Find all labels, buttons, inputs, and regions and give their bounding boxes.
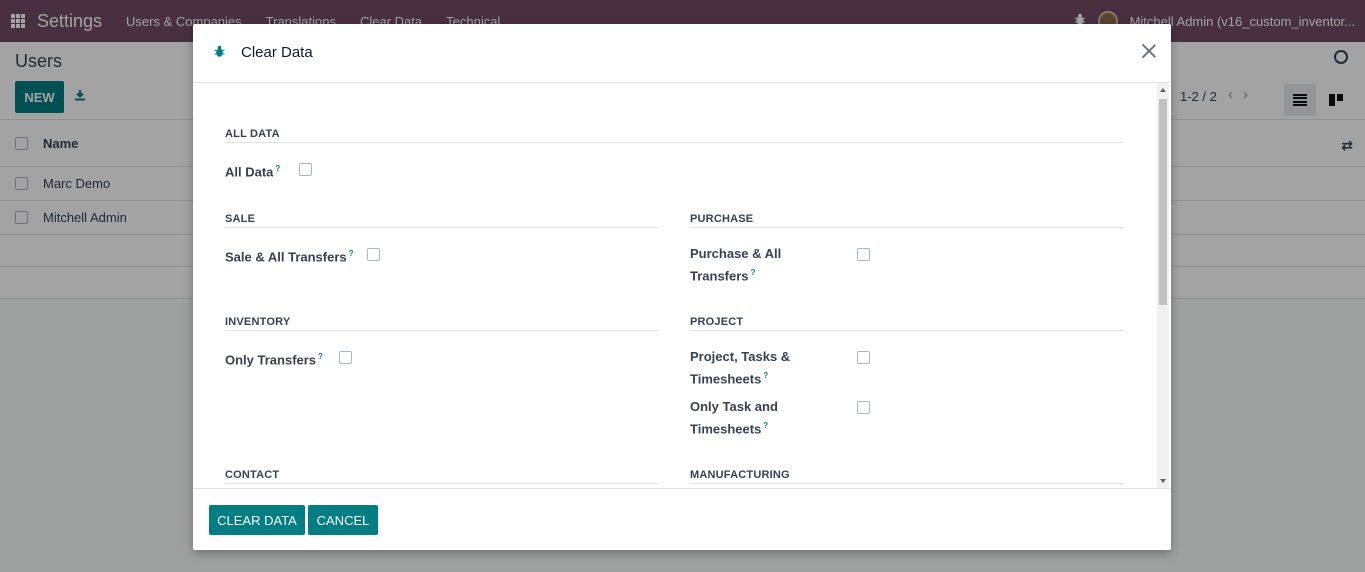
section-divider <box>225 227 659 228</box>
section-project-title: PROJECT <box>690 316 744 328</box>
bug-icon <box>214 45 225 58</box>
help-icon[interactable]: ? <box>349 249 354 258</box>
field-sale-all-transfers-label: Sale & All Transfers? <box>225 249 354 265</box>
field-project-tasks-timesheets-label: Project, Tasks & Timesheets? <box>690 349 791 387</box>
all-data-checkbox[interactable] <box>299 163 312 176</box>
scroll-down-icon[interactable] <box>1160 479 1166 483</box>
help-icon[interactable]: ? <box>751 268 756 277</box>
sale-all-transfers-checkbox[interactable] <box>367 248 380 261</box>
help-icon[interactable]: ? <box>318 352 323 361</box>
dialog-scrollbar[interactable] <box>1157 83 1169 488</box>
section-manufacturing-title: MANUFACTURING <box>690 469 790 481</box>
help-icon[interactable]: ? <box>275 164 280 173</box>
field-purchase-all-transfers-label: Purchase & All Transfers? <box>690 246 782 284</box>
help-icon[interactable]: ? <box>763 371 768 380</box>
clear-data-dialog: Clear Data ALL DATA All Data? SALE Sale … <box>193 24 1171 550</box>
section-divider <box>690 227 1124 228</box>
dialog-body: ALL DATA All Data? SALE Sale & All Trans… <box>193 83 1171 488</box>
only-task-timesheets-checkbox[interactable] <box>857 401 870 414</box>
section-divider <box>225 330 659 331</box>
section-divider <box>225 142 1124 143</box>
only-transfers-checkbox[interactable] <box>339 351 352 364</box>
section-all-data-title: ALL DATA <box>225 128 280 140</box>
dialog-title: Clear Data <box>241 44 313 61</box>
project-tasks-timesheets-checkbox[interactable] <box>857 351 870 364</box>
purchase-all-transfers-checkbox[interactable] <box>857 248 870 261</box>
field-only-transfers-label: Only Transfers? <box>225 352 323 368</box>
dialog-header: Clear Data <box>193 24 1171 83</box>
section-sale-title: SALE <box>225 213 256 225</box>
close-icon[interactable] <box>1140 42 1158 60</box>
help-icon[interactable]: ? <box>763 421 768 430</box>
cancel-button[interactable]: CANCEL <box>308 505 378 535</box>
scroll-up-icon[interactable] <box>1160 88 1166 92</box>
section-purchase-title: PURCHASE <box>690 213 754 225</box>
field-only-task-timesheets-label: Only Task and Timesheets? <box>690 399 778 437</box>
dialog-footer: CLEAR DATA CANCEL <box>193 488 1171 550</box>
section-inventory-title: INVENTORY <box>225 316 291 328</box>
section-divider <box>225 483 659 484</box>
clear-data-button[interactable]: CLEAR DATA <box>209 505 305 535</box>
scroll-thumb[interactable] <box>1159 99 1167 305</box>
section-contact-title: CONTACT <box>225 469 280 481</box>
section-divider <box>690 330 1124 331</box>
section-divider <box>690 483 1124 484</box>
field-all-data-label: All Data? <box>225 164 281 180</box>
